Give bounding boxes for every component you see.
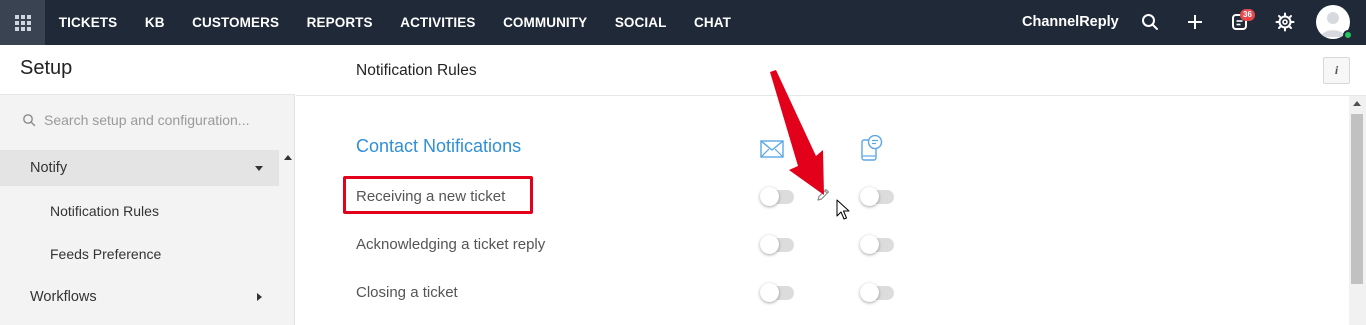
nav-tickets[interactable]: TICKETS <box>45 15 131 30</box>
toggle-knob <box>860 187 879 206</box>
setup-search <box>22 109 272 131</box>
apps-grid-button[interactable] <box>0 0 45 45</box>
mobile-chat-icon <box>861 135 883 161</box>
nav-customers[interactable]: CUSTOMERS <box>178 15 293 30</box>
red-arrow-annotation <box>770 70 824 195</box>
toggle-knob <box>860 283 879 302</box>
content-scrollbar[interactable] <box>1349 96 1366 325</box>
brand-name[interactable]: ChannelReply <box>1022 14 1119 30</box>
nav-kb[interactable]: KB <box>131 15 178 30</box>
rule-label-closing-ticket: Closing a ticket <box>356 284 458 301</box>
rule-label-new-ticket: Receiving a new ticket <box>356 188 506 205</box>
toggle-knob <box>760 283 779 302</box>
mouse-cursor-icon <box>836 199 850 220</box>
setup-search-input[interactable] <box>44 112 264 128</box>
settings-gear-icon[interactable] <box>1274 11 1296 33</box>
notification-count-badge: 36 <box>1240 9 1255 21</box>
section-title: Contact Notifications <box>356 136 522 156</box>
email-toggle-closing-ticket[interactable] <box>760 283 794 302</box>
plus-icon[interactable] <box>1184 11 1206 33</box>
setup-title: Setup <box>20 57 73 79</box>
mobile-toggle-new-ticket[interactable] <box>860 187 894 206</box>
nav-community[interactable]: COMMUNITY <box>489 15 601 30</box>
nav-chat[interactable]: CHAT <box>680 15 745 30</box>
mobile-toggle-ticket-reply[interactable] <box>860 235 894 254</box>
online-status-dot <box>1343 30 1353 40</box>
sidebar-item-notification-rules[interactable]: Notification Rules <box>50 203 159 219</box>
sidebar-item-notify[interactable]: Notify <box>0 150 279 186</box>
top-navigation-bar: TICKETS KB CUSTOMERS REPORTS ACTIVITIES … <box>0 0 1366 45</box>
scroll-up-arrow[interactable] <box>1353 101 1361 106</box>
search-icon <box>23 114 36 127</box>
caret-down-icon <box>255 166 263 171</box>
mobile-toggle-closing-ticket[interactable] <box>860 283 894 302</box>
setup-sidebar: Setup Notify Notification Rules Feeds Pr… <box>0 45 295 325</box>
nav-activities[interactable]: ACTIVITIES <box>386 15 489 30</box>
sidebar-item-workflows[interactable]: Workflows <box>30 289 97 305</box>
nav-reports[interactable]: REPORTS <box>293 15 387 30</box>
toggle-knob <box>760 235 779 254</box>
caret-right-icon <box>257 293 262 301</box>
sidebar-header: Setup <box>0 45 295 95</box>
sidebar-item-feeds-preference[interactable]: Feeds Preference <box>50 246 161 262</box>
apps-grid-icon <box>14 14 31 31</box>
toggle-knob <box>860 235 879 254</box>
scroll-thumb[interactable] <box>1351 114 1363 284</box>
email-toggle-ticket-reply[interactable] <box>760 235 794 254</box>
sidebar-item-label: Notify <box>30 160 68 176</box>
nav-social[interactable]: SOCIAL <box>601 15 680 30</box>
sidebar-scroll-up-arrow[interactable] <box>284 155 292 160</box>
main-nav: TICKETS KB CUSTOMERS REPORTS ACTIVITIES … <box>45 0 745 45</box>
page-title: Notification Rules <box>356 62 477 79</box>
rule-label-ticket-reply: Acknowledging a ticket reply <box>356 236 546 253</box>
search-icon[interactable] <box>1139 11 1161 33</box>
info-button[interactable]: i <box>1323 57 1350 84</box>
